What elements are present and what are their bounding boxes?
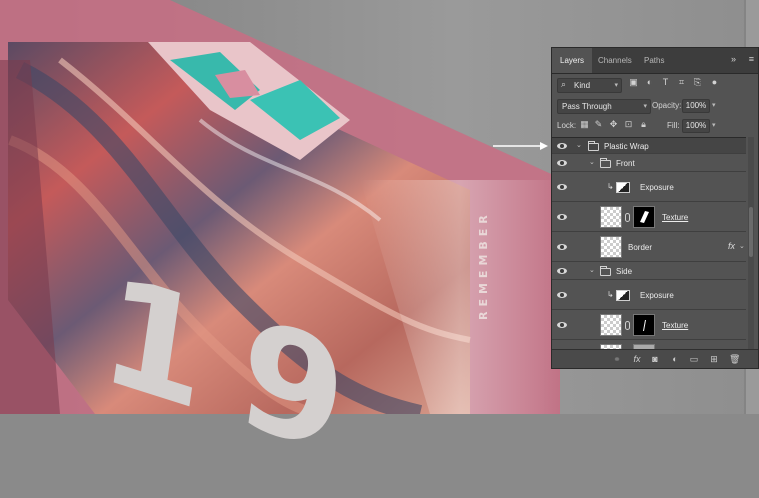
search-icon: ⌕ — [561, 79, 567, 89]
visibility-eye-icon[interactable] — [556, 159, 568, 167]
layer-name[interactable]: Plastic Wrap — [604, 142, 649, 151]
tab-paths[interactable]: Paths — [644, 56, 664, 65]
panel-tab-bar: Layers Channels Paths » ≡ — [552, 48, 758, 74]
exposure-adjustment-icon — [616, 290, 630, 301]
visibility-eye-icon[interactable] — [556, 291, 568, 299]
layer-row-plastic-wrap[interactable]: ⌄ Plastic Wrap — [552, 138, 746, 154]
tab-layers[interactable]: Layers — [555, 48, 589, 74]
layer-name[interactable]: Front — [616, 159, 635, 168]
fx-badge[interactable]: fx — [728, 241, 735, 251]
blend-row: Pass Through ▾ Opacity: 100% ▾ — [552, 97, 758, 115]
layer-row-exposure[interactable]: ↳ Exposure — [552, 172, 746, 202]
layer-thumbnail[interactable] — [600, 236, 622, 258]
layer-list-scrollbar[interactable] — [748, 137, 754, 350]
visibility-eye-icon[interactable] — [556, 183, 568, 191]
blend-mode-dropdown[interactable]: Pass Through ▾ — [557, 99, 651, 114]
visibility-eye-icon[interactable] — [556, 142, 568, 150]
layer-row-front[interactable]: ⌄ Front — [552, 154, 746, 172]
layer-thumbnail[interactable] — [600, 206, 622, 228]
lock-all-icon[interactable]: 🔒︎ — [639, 120, 648, 129]
chevron-down-icon: ▾ — [614, 82, 618, 89]
visibility-eye-icon[interactable] — [556, 267, 568, 275]
adjustment-filter-icon[interactable]: ◐ — [645, 78, 654, 87]
add-mask-icon[interactable]: ◙ — [650, 354, 660, 364]
layer-mask-thumbnail[interactable] — [633, 206, 655, 228]
fill-label: Fill: — [667, 121, 680, 130]
layer-row-exposure[interactable]: ↳ Exposure — [552, 280, 746, 310]
kind-filter-dropdown[interactable]: ⌕ Kind ▾ — [557, 78, 622, 93]
lock-label: Lock: — [557, 121, 577, 130]
layers-panel: Layers Channels Paths » ≡ ⌕ Kind ▾ ▣ ◐ T… — [551, 47, 759, 369]
layer-mask-thumbnail[interactable] — [633, 314, 655, 336]
new-group-icon[interactable]: ▭ — [689, 354, 699, 364]
lock-paint-icon[interactable]: ✎ — [594, 120, 603, 129]
link-layers-icon[interactable]: ⚭ — [612, 354, 622, 364]
lock-artboard-icon[interactable]: ⊡ — [624, 120, 633, 129]
link-icon[interactable] — [625, 321, 630, 330]
layer-row-texture[interactable]: Texture — [552, 310, 746, 340]
tab-channels[interactable]: Channels — [598, 56, 632, 65]
folder-icon — [588, 141, 599, 151]
scrollbar-thumb[interactable] — [749, 207, 753, 257]
blend-mode-value: Pass Through — [562, 102, 612, 111]
clipping-arrow-icon: ↳ — [607, 182, 614, 191]
fill-input[interactable]: 100% — [682, 119, 710, 133]
double-chevron-right-icon[interactable]: » — [731, 54, 736, 64]
chevron-down-icon: ▾ — [643, 103, 647, 110]
new-layer-icon[interactable]: ⊞ — [709, 354, 719, 364]
filter-row: ⌕ Kind ▾ — [552, 75, 758, 95]
chevron-down-icon[interactable]: ⌄ — [589, 266, 595, 274]
clipping-arrow-icon: ↳ — [607, 290, 614, 299]
panel-bottom-bar: ⚭ fx ◙ ◐ ▭ ⊞ 🗑︎ — [552, 349, 758, 368]
opacity-label: Opacity: — [652, 101, 682, 110]
lock-position-icon[interactable]: ✥ — [609, 120, 618, 129]
layer-list[interactable]: ⌄ Plastic Wrap ⌄ Front ↳ Exposure Textur — [552, 137, 746, 351]
layer-name[interactable]: Texture — [662, 321, 688, 330]
panel-menu-icon[interactable]: ≡ — [749, 54, 754, 64]
chevron-down-icon[interactable]: ⌄ — [576, 141, 582, 149]
layer-row-side[interactable]: ⌄ Side — [552, 262, 746, 280]
layer-name[interactable]: Side — [616, 267, 632, 276]
layer-name[interactable]: Texture — [662, 213, 688, 222]
filter-toggle-icon[interactable]: ● — [710, 78, 719, 87]
visibility-eye-icon[interactable] — [556, 243, 568, 251]
layer-row-texture[interactable]: Texture — [552, 202, 746, 232]
add-style-icon[interactable]: fx — [632, 354, 642, 364]
shape-filter-icon[interactable]: ⌗ — [677, 78, 686, 87]
chevron-down-icon[interactable]: ⌄ — [739, 242, 745, 250]
remember-text: REMEMBER — [477, 210, 490, 320]
visibility-eye-icon[interactable] — [556, 213, 568, 221]
layer-name[interactable]: Exposure — [640, 291, 674, 300]
layer-row-border[interactable]: Border fx ⌄ — [552, 232, 746, 262]
new-adjustment-icon[interactable]: ◐ — [670, 354, 680, 364]
opacity-input[interactable]: 100% — [682, 99, 710, 113]
folder-icon — [600, 266, 611, 276]
pixel-filter-icon[interactable]: ▣ — [629, 78, 638, 87]
layer-name[interactable]: Exposure — [640, 183, 674, 192]
visibility-eye-icon[interactable] — [556, 321, 568, 329]
lock-transparent-icon[interactable]: ▦ — [580, 120, 589, 129]
opacity-chevron-icon[interactable]: ▾ — [712, 101, 716, 109]
smart-object-filter-icon[interactable]: ⎘ — [693, 78, 702, 87]
layer-name[interactable]: Border — [628, 243, 652, 252]
layer-thumbnail[interactable] — [600, 314, 622, 336]
fill-chevron-icon[interactable]: ▾ — [712, 121, 716, 129]
link-icon[interactable] — [625, 213, 630, 222]
folder-icon — [600, 158, 611, 168]
exposure-adjustment-icon — [616, 182, 630, 193]
type-filter-icon[interactable]: T — [661, 78, 670, 87]
chevron-down-icon[interactable]: ⌄ — [589, 158, 595, 166]
kind-filter-label: Kind — [574, 81, 591, 90]
delete-layer-icon[interactable]: 🗑︎ — [729, 354, 740, 364]
